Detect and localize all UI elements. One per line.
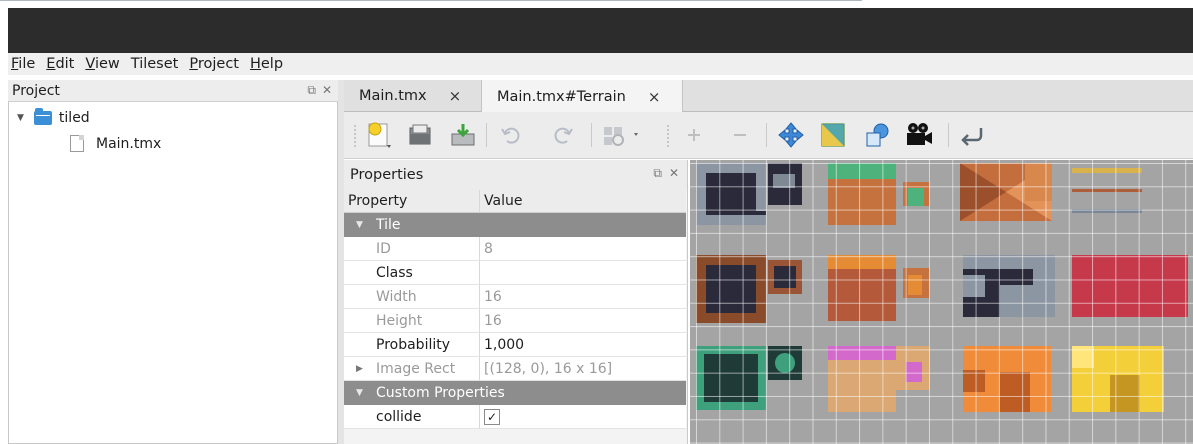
property-value: 16: [484, 312, 502, 329]
property-value[interactable]: [480, 261, 686, 284]
property-row-collide[interactable]: collide ✓: [344, 405, 686, 429]
export-icon[interactable]: [447, 121, 479, 149]
property-row-image-rect[interactable]: ▶ Image Rect [(128, 0), 16 x 16]: [344, 357, 686, 381]
property-name: Height: [344, 309, 480, 332]
title-bar: [8, 8, 1193, 53]
collapse-arrow-icon[interactable]: ▼: [356, 220, 363, 230]
property-table: Property Value ▼ Tile ID 8 Class Width 16…: [344, 190, 686, 429]
file-label: Main.tmx: [96, 135, 162, 152]
tab-label: Main.tmx#Terrain: [497, 88, 626, 105]
tileset-view[interactable]: [690, 160, 1193, 444]
property-row-height[interactable]: Height 16: [344, 309, 686, 333]
project-panel: Project ⧉ ✕ ▼ tiled Main.tmx: [8, 80, 338, 444]
document-tabs: Main.tmx × Main.tmx#Terrain ×: [344, 80, 1193, 113]
terrain-icon[interactable]: [818, 121, 848, 149]
group-row-tile[interactable]: ▼ Tile: [344, 213, 686, 237]
move-icon[interactable]: [776, 121, 806, 149]
redo-icon[interactable]: [550, 121, 578, 149]
toolbar-separator: [591, 123, 592, 147]
toolbar-grip[interactable]: [353, 124, 357, 148]
menu-help[interactable]: Help: [250, 56, 283, 72]
tileset-toolbar: [344, 112, 1193, 159]
menu-project[interactable]: Project: [189, 56, 239, 72]
shapes-icon[interactable]: [862, 121, 894, 149]
float-panel-icon[interactable]: ⧉: [653, 166, 662, 181]
file-icon: [70, 135, 84, 152]
close-panel-icon[interactable]: ✕: [669, 166, 679, 181]
properties-title: Properties: [350, 167, 424, 183]
animation-icon[interactable]: [902, 121, 936, 149]
group-label: Custom Properties: [376, 385, 505, 401]
add-tiles-icon[interactable]: [682, 121, 706, 149]
tree-folder-row[interactable]: ▼ tiled: [17, 108, 90, 126]
column-header-value[interactable]: Value: [480, 190, 686, 212]
menu-view[interactable]: View: [85, 56, 119, 72]
project-panel-header: Project ⧉ ✕: [8, 80, 338, 102]
group-label: Tile: [376, 217, 401, 233]
property-name: Width: [344, 285, 480, 308]
property-value[interactable]: 1,000: [480, 333, 686, 356]
property-row-id[interactable]: ID 8: [344, 237, 686, 261]
property-name: Class: [344, 261, 480, 284]
project-panel-title: Project: [12, 82, 60, 99]
open-icon[interactable]: [405, 121, 437, 149]
property-row-probability[interactable]: Probability 1,000: [344, 333, 686, 357]
tab-main-tmx[interactable]: Main.tmx ×: [344, 80, 479, 112]
properties-panel: Properties ⧉ ✕ Property Value ▼ Tile ID 8…: [344, 160, 688, 444]
property-value: [(128, 0), 16 x 16]: [484, 360, 613, 377]
float-panel-icon[interactable]: ⧉: [307, 83, 316, 98]
properties-panel-header: Properties ⧉ ✕: [344, 160, 687, 190]
tileset-image: [696, 163, 1188, 412]
new-tileset-icon[interactable]: [364, 121, 396, 149]
undo-icon[interactable]: [496, 121, 524, 149]
menu-file[interactable]: File: [11, 56, 35, 72]
property-table-header: Property Value: [344, 190, 686, 213]
toolbar-grip[interactable]: [666, 124, 670, 148]
property-value: 16: [484, 288, 502, 305]
tab-label: Main.tmx: [359, 88, 427, 104]
close-tab-icon[interactable]: ×: [449, 87, 462, 105]
tree-file-row[interactable]: Main.tmx: [70, 135, 161, 152]
property-row-class[interactable]: Class: [344, 261, 686, 285]
column-header-property[interactable]: Property: [344, 190, 480, 212]
close-panel-icon[interactable]: ✕: [322, 83, 332, 98]
folder-icon: [33, 108, 52, 125]
collide-checkbox[interactable]: ✓: [484, 408, 500, 425]
menu-edit[interactable]: Edit: [46, 56, 74, 72]
close-tab-icon[interactable]: ×: [648, 88, 661, 106]
property-name: collide: [344, 405, 480, 428]
group-row-custom-properties[interactable]: ▼ Custom Properties: [344, 381, 686, 405]
back-icon[interactable]: [956, 121, 988, 149]
folder-label: tiled: [58, 110, 90, 126]
tileset-properties-icon[interactable]: [599, 121, 645, 149]
toolbar-separator: [948, 123, 949, 147]
expand-arrow-icon[interactable]: ▶: [356, 364, 363, 374]
menu-bar: File Edit View Tileset Project Help: [8, 53, 1193, 75]
project-tree: ▼ tiled Main.tmx: [8, 102, 338, 444]
menu-tileset[interactable]: Tileset: [131, 56, 179, 72]
remove-tiles-icon[interactable]: [728, 121, 752, 149]
property-value: 8: [484, 240, 493, 257]
collapse-arrow-icon[interactable]: ▼: [17, 113, 24, 123]
property-row-width[interactable]: Width 16: [344, 285, 686, 309]
property-name: Probability: [344, 333, 480, 356]
tab-terrain[interactable]: Main.tmx#Terrain ×: [481, 80, 683, 113]
toolbar-separator: [486, 123, 487, 147]
toolbar-separator: [766, 123, 767, 147]
property-name: Image Rect: [376, 360, 456, 377]
window-top-edge: [0, 0, 1193, 8]
collapse-arrow-icon[interactable]: ▼: [356, 388, 363, 398]
property-name: ID: [344, 237, 480, 260]
